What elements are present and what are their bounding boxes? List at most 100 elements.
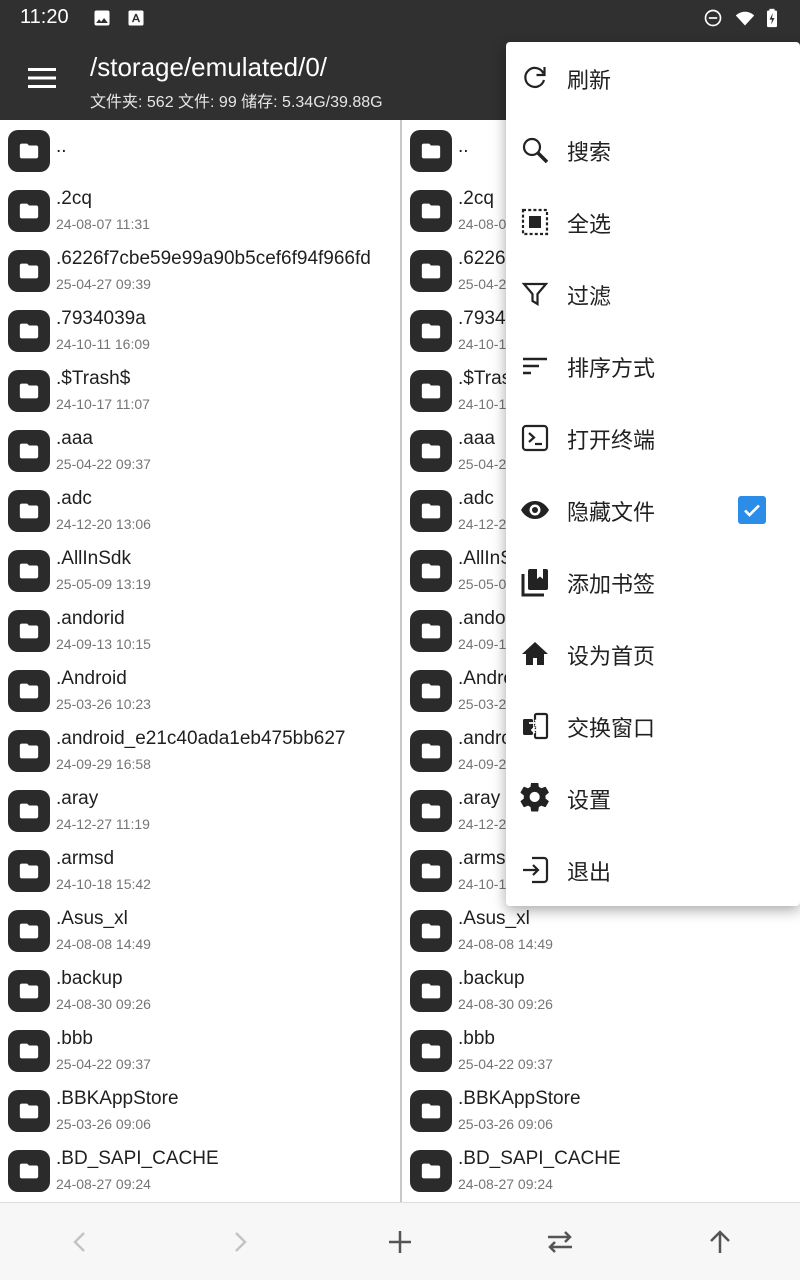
list-item[interactable]: .BD_SAPI_CACHE 24-08-27 09:24 — [0, 1140, 400, 1200]
refresh-icon — [524, 66, 546, 89]
file-name: .andor — [458, 608, 512, 629]
folder-icon — [8, 970, 50, 1012]
file-date: 24-10-18 15:42 — [56, 876, 151, 892]
list-item[interactable]: .android_e21c40ada1eb475bb627 24-09-29 1… — [0, 720, 400, 780]
menu-item-swap-window[interactable]: 交换窗口 — [506, 690, 800, 762]
bookmarks-icon — [521, 569, 548, 597]
do-not-disturb-icon — [704, 9, 722, 27]
terminal-icon — [521, 424, 549, 452]
folder-icon — [8, 430, 50, 472]
file-date: 25-05-0 — [458, 576, 507, 592]
list-item[interactable]: .backup 24-08-30 09:26 — [402, 960, 800, 1020]
list-item[interactable]: .bbb 25-04-22 09:37 — [0, 1020, 400, 1080]
folder-icon — [8, 910, 50, 952]
menu-item-bookmarks[interactable]: 添加书签 — [506, 546, 800, 618]
file-date: 25-03-26 09:06 — [56, 1116, 151, 1132]
menu-item-label: 搜索 — [567, 141, 612, 166]
folder-icon — [410, 730, 452, 772]
file-date: 24-08-0 — [458, 216, 507, 232]
exit-icon — [523, 856, 549, 884]
folder-icon — [8, 190, 50, 232]
list-item[interactable]: .$Trash$ 24-10-17 11:07 — [0, 360, 400, 420]
list-item[interactable]: .andorid 24-09-13 10:15 — [0, 600, 400, 660]
chevron-right-icon[interactable] — [224, 1226, 256, 1258]
menu-item-refresh[interactable]: 刷新 — [506, 42, 800, 114]
folder-icon — [410, 910, 452, 952]
menu-item-home[interactable]: 设为首页 — [506, 618, 800, 690]
file-name: .andro — [458, 728, 512, 749]
list-item[interactable]: .aaa 25-04-22 09:37 — [0, 420, 400, 480]
file-name: .. — [56, 136, 67, 157]
file-date: 24-09-29 16:58 — [56, 756, 151, 772]
list-item[interactable]: .AllInSdk 25-05-09 13:19 — [0, 540, 400, 600]
list-item[interactable]: .. — [0, 120, 400, 180]
filter-icon — [521, 282, 549, 306]
folder-icon — [410, 1090, 452, 1132]
hidden-files-checkbox[interactable] — [738, 496, 766, 524]
folder-icon — [410, 370, 452, 412]
folder-icon — [8, 730, 50, 772]
menu-item-label: 刷新 — [567, 69, 612, 94]
folder-icon — [410, 610, 452, 652]
folder-icon — [8, 130, 50, 172]
menu-item-eye[interactable]: 隐藏文件 — [506, 474, 800, 546]
file-date: 24-08-07 11:31 — [56, 216, 150, 232]
list-item[interactable]: .2cq 24-08-07 11:31 — [0, 180, 400, 240]
chevron-left-icon[interactable] — [64, 1226, 96, 1258]
file-name: .BBKAppStore — [458, 1088, 581, 1109]
menu-item-sort[interactable]: 排序方式 — [506, 330, 800, 402]
list-item[interactable]: .6226f7cbe59e99a90b5cef6f94f966fd 25-04-… — [0, 240, 400, 300]
text-a-icon — [128, 10, 144, 26]
list-item[interactable]: .7934039a 24-10-11 16:09 — [0, 300, 400, 360]
file-date: 24-08-30 09:26 — [458, 996, 553, 1012]
file-name: .aray — [458, 788, 501, 809]
list-item[interactable]: .BBKAppStore 25-03-26 09:06 — [402, 1080, 800, 1140]
file-date: 24-08-08 14:49 — [56, 936, 151, 952]
folder-icon — [410, 250, 452, 292]
file-date: 25-04-2 — [458, 456, 507, 472]
file-date: 25-03-26 10:23 — [56, 696, 151, 712]
list-item[interactable]: .BBKAppStore 25-03-26 09:06 — [0, 1080, 400, 1140]
file-date: 24-08-27 09:24 — [56, 1176, 151, 1192]
file-name: .android_e21c40ada1eb475bb627 — [56, 728, 346, 749]
current-path: /storage/emulated/0/ — [90, 52, 328, 82]
swap-icon[interactable] — [544, 1226, 576, 1258]
menu-item-filter[interactable]: 过滤 — [506, 258, 800, 330]
plus-icon[interactable] — [384, 1226, 416, 1258]
folder-icon — [410, 550, 452, 592]
file-name: .6226 — [458, 248, 506, 269]
menu-item-search[interactable]: 搜索 — [506, 114, 800, 186]
file-name: .aaa — [56, 428, 93, 449]
left-file-list[interactable]: .. .2cq 24-08-07 11:31 .6226f7cbe59e99a9… — [0, 120, 400, 1202]
folder-icon — [410, 430, 452, 472]
arrow-up-icon[interactable] — [704, 1226, 736, 1258]
menu-item-gear[interactable]: 设置 — [506, 762, 800, 834]
list-item[interactable]: .aray 24-12-27 11:19 — [0, 780, 400, 840]
swap-window-icon — [523, 712, 549, 740]
list-item[interactable]: .armsd 24-10-18 15:42 — [0, 840, 400, 900]
file-date: 25-04-22 09:37 — [56, 456, 151, 472]
file-name: .bbb — [458, 1028, 495, 1049]
file-name: .6226f7cbe59e99a90b5cef6f94f966fd — [56, 248, 371, 269]
file-date: 24-09-13 10:15 — [56, 636, 151, 652]
list-item[interactable]: .backup 24-08-30 09:26 — [0, 960, 400, 1020]
menu-item-exit[interactable]: 退出 — [506, 834, 800, 906]
list-item[interactable]: .bbb 25-04-22 09:37 — [402, 1020, 800, 1080]
list-item[interactable]: .adc 24-12-20 13:06 — [0, 480, 400, 540]
file-name: .Asus_xl — [458, 908, 530, 929]
file-date: 24-08-27 09:24 — [458, 1176, 553, 1192]
file-name: .backup — [56, 968, 123, 989]
menu-item-terminal[interactable]: 打开终端 — [506, 402, 800, 474]
list-item[interactable]: .Asus_xl 24-08-08 14:49 — [402, 900, 800, 960]
battery-charging-icon — [767, 8, 777, 28]
list-item[interactable]: .Android 25-03-26 10:23 — [0, 660, 400, 720]
list-item[interactable]: .Asus_xl 24-08-08 14:49 — [0, 900, 400, 960]
menu-icon[interactable] — [22, 58, 62, 98]
list-item[interactable]: .BD_SAPI_CACHE 24-08-27 09:24 — [402, 1140, 800, 1200]
file-date: 25-04-22 09:37 — [458, 1056, 553, 1072]
menu-item-label: 设为首页 — [567, 645, 656, 670]
file-date: 24-10-1 — [458, 876, 507, 892]
folder-icon — [8, 610, 50, 652]
folder-icon — [410, 1030, 452, 1072]
menu-item-select-all[interactable]: 全选 — [506, 186, 800, 258]
